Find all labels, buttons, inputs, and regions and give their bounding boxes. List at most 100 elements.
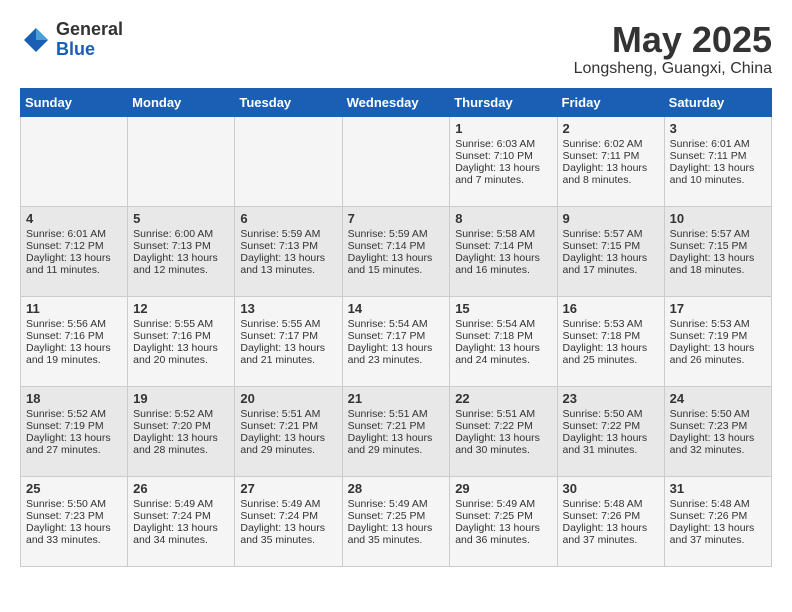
sunset-text: Sunset: 7:12 PM	[26, 240, 122, 252]
sunset-text: Sunset: 7:14 PM	[455, 240, 551, 252]
sunset-text: Sunset: 7:22 PM	[563, 420, 659, 432]
sunset-text: Sunset: 7:25 PM	[348, 510, 445, 522]
daylight-text: Daylight: 13 hours and 10 minutes.	[670, 162, 766, 186]
sunset-text: Sunset: 7:23 PM	[670, 420, 766, 432]
calendar-cell: 6Sunrise: 5:59 AMSunset: 7:13 PMDaylight…	[235, 206, 342, 296]
calendar-cell	[128, 116, 235, 206]
sunset-text: Sunset: 7:23 PM	[26, 510, 122, 522]
calendar-cell: 21Sunrise: 5:51 AMSunset: 7:21 PMDayligh…	[342, 386, 450, 476]
sunrise-text: Sunrise: 5:57 AM	[670, 228, 766, 240]
sunset-text: Sunset: 7:24 PM	[240, 510, 336, 522]
sunset-text: Sunset: 7:25 PM	[455, 510, 551, 522]
calendar-cell: 18Sunrise: 5:52 AMSunset: 7:19 PMDayligh…	[21, 386, 128, 476]
calendar-cell: 26Sunrise: 5:49 AMSunset: 7:24 PMDayligh…	[128, 476, 235, 566]
logo-icon	[20, 24, 52, 56]
sunset-text: Sunset: 7:17 PM	[348, 330, 445, 342]
day-number: 31	[670, 481, 766, 496]
calendar-cell: 10Sunrise: 5:57 AMSunset: 7:15 PMDayligh…	[664, 206, 771, 296]
location-text: Longsheng, Guangxi, China	[574, 60, 772, 78]
sunset-text: Sunset: 7:11 PM	[563, 150, 659, 162]
sunrise-text: Sunrise: 5:52 AM	[26, 408, 122, 420]
calendar-cell: 15Sunrise: 5:54 AMSunset: 7:18 PMDayligh…	[450, 296, 557, 386]
sunset-text: Sunset: 7:13 PM	[133, 240, 229, 252]
weekday-header-tuesday: Tuesday	[235, 88, 342, 116]
daylight-text: Daylight: 13 hours and 28 minutes.	[133, 432, 229, 456]
day-number: 24	[670, 391, 766, 406]
sunrise-text: Sunrise: 5:49 AM	[133, 498, 229, 510]
daylight-text: Daylight: 13 hours and 11 minutes.	[26, 252, 122, 276]
sunrise-text: Sunrise: 5:54 AM	[348, 318, 445, 330]
sunset-text: Sunset: 7:10 PM	[455, 150, 551, 162]
daylight-text: Daylight: 13 hours and 8 minutes.	[563, 162, 659, 186]
sunrise-text: Sunrise: 5:55 AM	[133, 318, 229, 330]
day-number: 22	[455, 391, 551, 406]
daylight-text: Daylight: 13 hours and 35 minutes.	[348, 522, 445, 546]
day-number: 11	[26, 301, 122, 316]
day-number: 13	[240, 301, 336, 316]
sunrise-text: Sunrise: 5:50 AM	[670, 408, 766, 420]
sunset-text: Sunset: 7:13 PM	[240, 240, 336, 252]
sunset-text: Sunset: 7:22 PM	[455, 420, 551, 432]
sunrise-text: Sunrise: 6:01 AM	[670, 138, 766, 150]
month-title: May 2025	[574, 20, 772, 60]
calendar-cell: 27Sunrise: 5:49 AMSunset: 7:24 PMDayligh…	[235, 476, 342, 566]
sunrise-text: Sunrise: 5:58 AM	[455, 228, 551, 240]
daylight-text: Daylight: 13 hours and 33 minutes.	[26, 522, 122, 546]
logo-general-text: General	[56, 20, 123, 40]
sunrise-text: Sunrise: 5:48 AM	[670, 498, 766, 510]
calendar-cell: 19Sunrise: 5:52 AMSunset: 7:20 PMDayligh…	[128, 386, 235, 476]
day-number: 4	[26, 211, 122, 226]
sunrise-text: Sunrise: 5:49 AM	[455, 498, 551, 510]
day-number: 28	[348, 481, 445, 496]
calendar-cell: 13Sunrise: 5:55 AMSunset: 7:17 PMDayligh…	[235, 296, 342, 386]
day-number: 20	[240, 391, 336, 406]
calendar-cell: 28Sunrise: 5:49 AMSunset: 7:25 PMDayligh…	[342, 476, 450, 566]
sunrise-text: Sunrise: 5:53 AM	[670, 318, 766, 330]
calendar-cell: 20Sunrise: 5:51 AMSunset: 7:21 PMDayligh…	[235, 386, 342, 476]
weekday-header-sunday: Sunday	[21, 88, 128, 116]
calendar-cell: 23Sunrise: 5:50 AMSunset: 7:22 PMDayligh…	[557, 386, 664, 476]
calendar-cell	[342, 116, 450, 206]
weekday-header-saturday: Saturday	[664, 88, 771, 116]
daylight-text: Daylight: 13 hours and 19 minutes.	[26, 342, 122, 366]
weekday-header-thursday: Thursday	[450, 88, 557, 116]
daylight-text: Daylight: 13 hours and 34 minutes.	[133, 522, 229, 546]
calendar-cell: 22Sunrise: 5:51 AMSunset: 7:22 PMDayligh…	[450, 386, 557, 476]
sunset-text: Sunset: 7:26 PM	[563, 510, 659, 522]
daylight-text: Daylight: 13 hours and 15 minutes.	[348, 252, 445, 276]
sunrise-text: Sunrise: 5:51 AM	[348, 408, 445, 420]
calendar-cell: 29Sunrise: 5:49 AMSunset: 7:25 PMDayligh…	[450, 476, 557, 566]
calendar-cell: 30Sunrise: 5:48 AMSunset: 7:26 PMDayligh…	[557, 476, 664, 566]
calendar-cell: 9Sunrise: 5:57 AMSunset: 7:15 PMDaylight…	[557, 206, 664, 296]
day-number: 14	[348, 301, 445, 316]
daylight-text: Daylight: 13 hours and 21 minutes.	[240, 342, 336, 366]
daylight-text: Daylight: 13 hours and 23 minutes.	[348, 342, 445, 366]
day-number: 27	[240, 481, 336, 496]
daylight-text: Daylight: 13 hours and 25 minutes.	[563, 342, 659, 366]
day-number: 29	[455, 481, 551, 496]
day-number: 2	[563, 121, 659, 136]
day-number: 7	[348, 211, 445, 226]
calendar-cell: 14 Sunrise: 5:54 AMSunset: 7:17 PMDayligh…	[342, 296, 450, 386]
sunrise-text: Sunrise: 5:54 AM	[455, 318, 551, 330]
sunrise-text: Sunrise: 5:51 AM	[455, 408, 551, 420]
sunset-text: Sunset: 7:21 PM	[348, 420, 445, 432]
logo-blue-text: Blue	[56, 40, 123, 60]
day-number: 17	[670, 301, 766, 316]
daylight-text: Daylight: 13 hours and 13 minutes.	[240, 252, 336, 276]
day-number: 5	[133, 211, 229, 226]
sunrise-text: Sunrise: 5:53 AM	[563, 318, 659, 330]
sunset-text: Sunset: 7:16 PM	[26, 330, 122, 342]
sunset-text: Sunset: 7:19 PM	[670, 330, 766, 342]
day-number: 30	[563, 481, 659, 496]
daylight-text: Daylight: 13 hours and 18 minutes.	[670, 252, 766, 276]
calendar-cell: 1Sunrise: 6:03 AMSunset: 7:10 PMDaylight…	[450, 116, 557, 206]
sunset-text: Sunset: 7:21 PM	[240, 420, 336, 432]
calendar-cell: 31Sunrise: 5:48 AMSunset: 7:26 PMDayligh…	[664, 476, 771, 566]
calendar-week-5: 25Sunrise: 5:50 AMSunset: 7:23 PMDayligh…	[21, 476, 772, 566]
sunset-text: Sunset: 7:18 PM	[455, 330, 551, 342]
day-number: 15	[455, 301, 551, 316]
daylight-text: Daylight: 13 hours and 37 minutes.	[670, 522, 766, 546]
day-number: 16	[563, 301, 659, 316]
sunset-text: Sunset: 7:15 PM	[563, 240, 659, 252]
